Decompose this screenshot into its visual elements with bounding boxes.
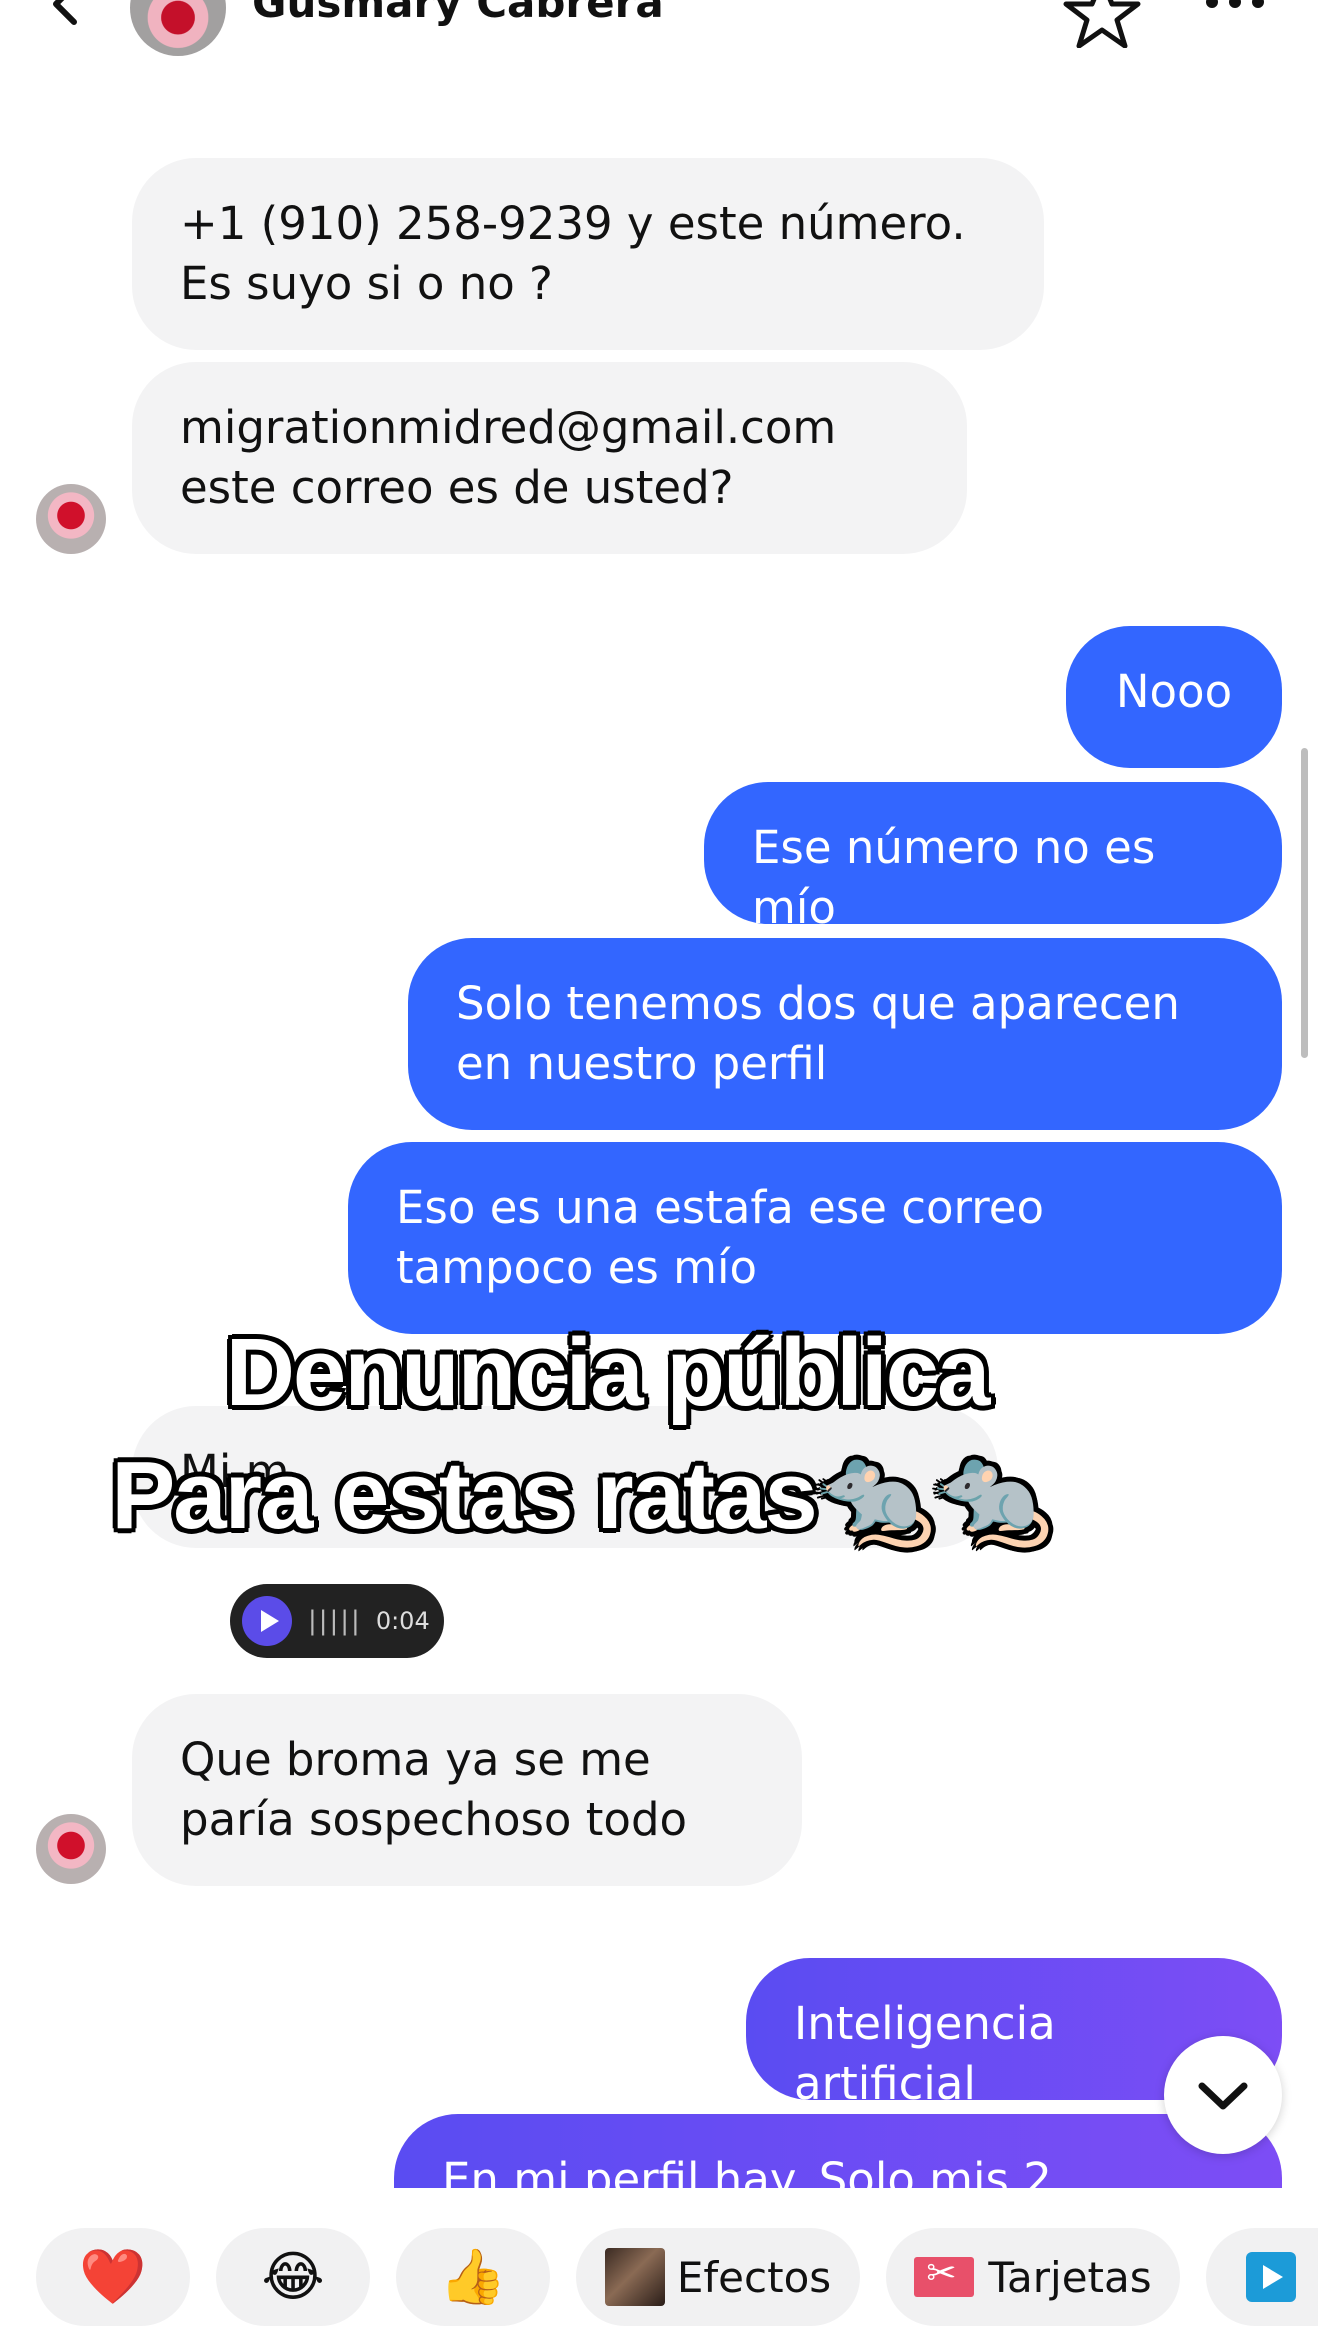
- effects-label: Efectos: [676, 2252, 832, 2302]
- quick-actions-bar: ❤️ 😂 👍 Efectos Tarjetas: [0, 2188, 1318, 2346]
- effects-thumbnail-icon: [604, 2248, 665, 2306]
- message-text: Inteligencia artificial: [794, 1997, 1056, 2110]
- sender-avatar[interactable]: [36, 484, 106, 554]
- message-text: En mi perfil hay. Solo mis 2 números: [442, 2153, 1052, 2190]
- contact-name[interactable]: Gusmary Cabrera: [252, 0, 664, 27]
- incoming-message[interactable]: migrationmidred@gmail.com este correo es…: [132, 362, 967, 554]
- effects-button[interactable]: Efectos: [576, 2228, 860, 2326]
- cards-label: Tarjetas: [988, 2252, 1152, 2302]
- message-text: Ese número no es mío: [752, 821, 1156, 934]
- card-thumbnail-icon: [914, 2253, 975, 2297]
- message-text: +1 (910) 258-9239 y este número. Es suyo…: [180, 197, 966, 310]
- voice-duration: 0:04: [375, 1607, 430, 1635]
- chat-header: Gusmary Cabrera: [0, 0, 1318, 70]
- laugh-reaction-button[interactable]: 😂: [216, 2228, 370, 2326]
- media-button[interactable]: [1206, 2228, 1318, 2326]
- play-thumbnail-icon: [1246, 2252, 1296, 2302]
- thumbs-up-icon: 👍: [439, 2245, 507, 2308]
- star-icon[interactable]: [1062, 0, 1142, 48]
- overlay-caption-line2: Para estas ratas🐀🐀: [111, 1442, 1053, 1549]
- incoming-message[interactable]: Que broma ya se me paría sospechoso todo: [132, 1694, 802, 1886]
- scroll-down-button[interactable]: [1164, 2036, 1282, 2154]
- voice-note[interactable]: ||||| 0:04: [230, 1584, 444, 1658]
- chat-area: Gusmary Cabrera +1 (910) 258-9239 y este…: [0, 0, 1318, 2190]
- laugh-emoji-icon: 😂: [261, 2245, 325, 2308]
- outgoing-message[interactable]: Solo tenemos dos que aparecen en nuestro…: [408, 938, 1282, 1130]
- more-options-icon[interactable]: [1200, 0, 1270, 22]
- message-text: Nooo: [1115, 665, 1233, 718]
- message-text: migrationmidred@gmail.com este correo es…: [180, 401, 837, 514]
- outgoing-message[interactable]: Eso es una estafa ese correo tampoco es …: [348, 1142, 1282, 1334]
- message-text: Eso es una estafa ese correo tampoco es …: [396, 1181, 1044, 1294]
- sender-avatar[interactable]: [36, 1814, 106, 1884]
- heart-reaction-button[interactable]: ❤️: [36, 2228, 190, 2326]
- overlay-caption-line1: Denuncia pública: [225, 1319, 991, 1426]
- message-text: Solo tenemos dos que aparecen en nuestro…: [456, 977, 1180, 1090]
- outgoing-message[interactable]: En mi perfil hay. Solo mis 2 números: [394, 2114, 1282, 2190]
- scrollbar[interactable]: [1301, 748, 1308, 1058]
- thumbs-up-reaction-button[interactable]: 👍: [396, 2228, 550, 2326]
- contact-avatar[interactable]: [130, 0, 226, 56]
- play-icon[interactable]: [242, 1596, 292, 1646]
- cards-button[interactable]: Tarjetas: [886, 2228, 1180, 2326]
- outgoing-message[interactable]: Ese número no es mío: [704, 782, 1282, 934]
- chevron-down-icon: [1198, 2082, 1248, 2110]
- message-text: Que broma ya se me paría sospechoso todo: [180, 1733, 688, 1846]
- heart-icon: ❤️: [79, 2245, 147, 2308]
- back-arrow-icon[interactable]: [40, 0, 100, 38]
- outgoing-message[interactable]: Nooo: [1066, 626, 1282, 768]
- incoming-message[interactable]: +1 (910) 258-9239 y este número. Es suyo…: [132, 158, 1044, 350]
- voice-waveform: |||||: [308, 1606, 362, 1636]
